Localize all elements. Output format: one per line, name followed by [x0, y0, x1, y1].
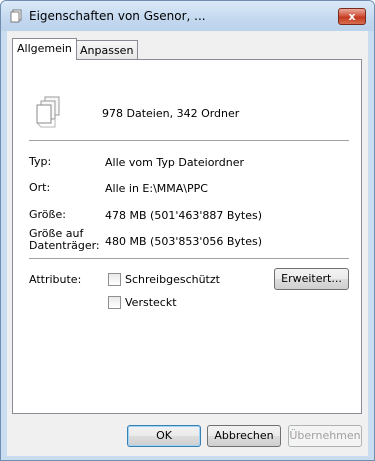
general-tab-panel: 978 Dateien, 342 Ordner Typ: Alle vom Ty…	[12, 59, 362, 414]
item-count-summary: 978 Dateien, 342 Ordner	[102, 107, 240, 120]
readonly-label[interactable]: Schreibgeschützt	[125, 273, 220, 286]
multiple-files-icon	[36, 96, 60, 128]
tab-customize[interactable]: Anpassen	[75, 40, 139, 60]
type-label: Typ:	[29, 155, 52, 168]
divider	[29, 258, 349, 259]
advanced-button[interactable]: Erweitert...	[274, 268, 349, 290]
ok-button[interactable]: OK	[127, 425, 201, 447]
dialog-client-area: Anpassen Allgemein 978 Dateien, 342 Ordn…	[7, 31, 368, 456]
size-on-disk-value: 480 MB (503'853'056 Bytes)	[105, 235, 263, 248]
close-icon: x	[348, 10, 356, 23]
properties-dialog: Eigenschaften von Gsenor, ... x Anpassen…	[0, 0, 375, 461]
size-value: 478 MB (501'463'887 Bytes)	[105, 209, 263, 222]
hidden-checkbox[interactable]	[108, 296, 121, 309]
attributes-label: Attribute:	[29, 273, 82, 286]
type-value: Alle vom Typ Dateiordner	[105, 156, 244, 169]
size-on-disk-label-line2: Datenträger:	[29, 239, 100, 252]
tab-general[interactable]: Allgemein	[12, 38, 77, 60]
close-button[interactable]: x	[338, 8, 366, 25]
documents-icon	[10, 9, 22, 23]
readonly-checkbox[interactable]	[108, 273, 121, 286]
size-label: Größe:	[29, 208, 66, 221]
cancel-button[interactable]: Abbrechen	[207, 425, 281, 447]
location-value: Alle in E:\MMA\PPC	[105, 182, 208, 195]
hidden-label[interactable]: Versteckt	[125, 296, 177, 309]
divider	[29, 140, 349, 141]
apply-button[interactable]: Übernehmen	[288, 425, 362, 447]
location-label: Ort:	[29, 181, 51, 194]
window-title: Eigenschaften von Gsenor, ...	[29, 9, 206, 23]
size-on-disk-label: Größe auf Datenträger:	[29, 228, 100, 252]
title-bar[interactable]: Eigenschaften von Gsenor, ... x	[1, 1, 374, 31]
